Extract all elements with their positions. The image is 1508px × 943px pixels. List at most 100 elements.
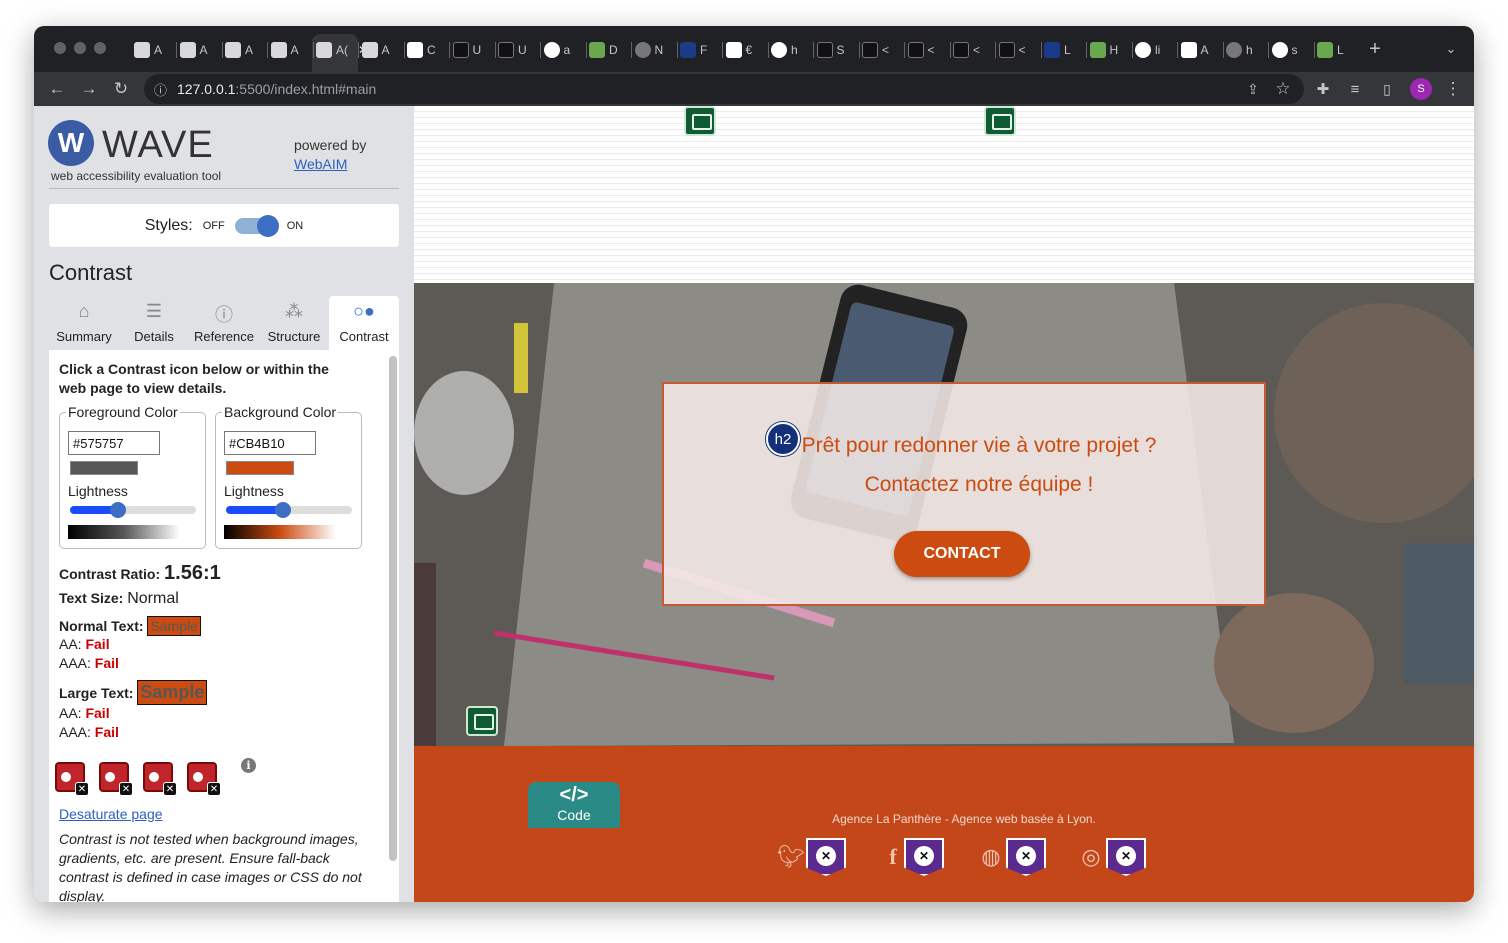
contrast-error-icon[interactable]: ✕ <box>143 762 177 796</box>
dribbble-icon[interactable]: ◍ <box>978 844 1004 870</box>
browser-tab[interactable]: < <box>998 39 1026 61</box>
tab-title: F <box>700 43 708 57</box>
slider-thumb[interactable] <box>274 502 291 518</box>
close-window-button[interactable] <box>54 42 66 54</box>
browser-tab[interactable]: S <box>816 39 845 61</box>
twitter-icon[interactable]: 🐦︎ <box>777 844 805 870</box>
background-hex-input[interactable] <box>224 431 316 455</box>
contrast-error-icon[interactable] <box>1006 838 1046 876</box>
browser-tab[interactable]: U <box>452 39 481 61</box>
instagram-icon[interactable]: ◎ <box>1078 844 1104 870</box>
tab-divider <box>312 42 314 58</box>
browser-tab[interactable]: € <box>725 39 752 61</box>
tab-search-chevron-icon[interactable]: ⌄ <box>1440 38 1462 60</box>
contrast-ratio-value: 1.56:1 <box>164 562 221 584</box>
browser-tab[interactable]: h <box>771 39 798 61</box>
browser-tab[interactable]: h <box>1226 39 1253 61</box>
contrast-error-icon[interactable] <box>904 838 944 876</box>
browser-tab[interactable]: li <box>1135 39 1160 61</box>
browser-tab[interactable]: A(✕ <box>316 39 368 61</box>
styles-toggle[interactable] <box>234 214 279 237</box>
list-icon: ☰ <box>145 301 163 321</box>
browser-tab[interactable]: A <box>134 39 162 61</box>
browser-tab[interactable]: s <box>1271 39 1298 61</box>
toggle-knob[interactable] <box>256 214 279 237</box>
forward-arrow-icon[interactable]: → <box>78 78 100 100</box>
browser-tab[interactable]: A <box>179 39 208 61</box>
styles-on-label: ON <box>286 219 304 232</box>
image-alert-icon[interactable] <box>684 106 716 136</box>
webaim-link[interactable]: WebAIM <box>294 156 347 172</box>
back-arrow-icon[interactable]: ← <box>46 78 68 100</box>
image-alert-icon[interactable] <box>984 106 1016 136</box>
browser-tab[interactable]: < <box>862 39 889 61</box>
browser-tab[interactable]: F <box>680 39 707 61</box>
side-panel-icon[interactable]: ▯ <box>1376 78 1398 100</box>
browser-tab[interactable]: < <box>907 39 935 61</box>
text-size-row: Text Size: Normal <box>59 590 179 607</box>
browser-tab[interactable]: L <box>1044 39 1071 61</box>
contrast-error-icon[interactable]: ✕ <box>55 762 89 796</box>
reading-list-icon[interactable]: ≡ <box>1344 78 1366 100</box>
desaturate-page-link[interactable]: Desaturate page <box>59 806 163 822</box>
tab-details[interactable]: ☰ Details <box>119 296 189 350</box>
tab-favicon-icon <box>998 42 1015 58</box>
browser-tab[interactable]: < <box>953 39 980 61</box>
contrast-error-icon[interactable]: ✕ <box>99 762 133 796</box>
new-tab-button[interactable]: + <box>1364 38 1386 60</box>
browser-tab[interactable]: C <box>407 39 436 61</box>
browser-tab[interactable]: U <box>498 39 527 61</box>
address-bar[interactable]: ⓘ 127.0.0.1:5500/index.html#main <box>144 74 1304 104</box>
browser-tab[interactable]: N <box>634 39 663 61</box>
share-icon[interactable]: ⇪ <box>1242 78 1264 100</box>
tab-title: A( <box>336 43 348 57</box>
tab-summary[interactable]: ⌂ Summary <box>49 296 119 350</box>
tab-title: < <box>1018 43 1026 57</box>
bookmark-star-icon[interactable]: ☆ <box>1272 78 1294 100</box>
tab-structure[interactable]: ⁂ Structure <box>259 296 329 350</box>
contrast-note: Contrast is not tested when background i… <box>59 831 362 902</box>
facebook-icon[interactable]: f <box>880 844 906 870</box>
browser-tab[interactable]: A <box>1180 39 1209 61</box>
image-alert-icon[interactable] <box>466 706 498 736</box>
slider-thumb[interactable] <box>109 502 126 518</box>
tab-divider <box>449 42 450 58</box>
browser-tab[interactable]: L <box>1317 39 1344 61</box>
menu-kebab-icon[interactable]: ⋮ <box>1442 78 1464 100</box>
browser-tab[interactable]: a <box>543 39 570 61</box>
background-lightness-slider[interactable] <box>226 502 352 518</box>
tab-favicon-icon <box>589 42 605 58</box>
browser-tab[interactable]: A <box>225 39 253 61</box>
browser-tab[interactable]: H <box>1089 39 1119 61</box>
foreground-hex-input[interactable] <box>68 431 160 455</box>
background-legend: Background Color <box>222 404 339 420</box>
zoom-window-button[interactable] <box>94 42 106 54</box>
contrast-error-icon[interactable]: ✕ <box>187 762 221 796</box>
tab-divider <box>1086 42 1087 58</box>
tab-divider <box>1177 42 1178 58</box>
contrast-error-icon[interactable] <box>1106 838 1146 876</box>
tab-favicon-icon <box>771 42 787 58</box>
contrast-error-icon[interactable] <box>806 838 846 876</box>
large-text-row: Large Text: Sample <box>59 680 208 705</box>
reload-icon[interactable]: ↻ <box>110 78 132 100</box>
minimize-window-button[interactable] <box>74 42 86 54</box>
foreground-lightness-slider[interactable] <box>70 502 196 518</box>
contact-button[interactable]: CONTACT <box>894 531 1030 577</box>
site-info-icon[interactable]: ⓘ <box>154 80 167 99</box>
browser-tab[interactable]: A <box>361 39 390 61</box>
profile-avatar[interactable]: S <box>1410 78 1432 100</box>
info-icon[interactable]: i <box>241 758 256 773</box>
code-toggle-button[interactable]: </> Code <box>528 782 620 828</box>
wave-logo: W <box>48 120 94 166</box>
normal-aa-result: AA: Fail <box>59 636 110 652</box>
tab-reference[interactable]: ⓘ Reference <box>189 296 259 350</box>
browser-tab[interactable]: A <box>270 39 299 61</box>
tab-title: H <box>1109 43 1119 57</box>
tab-favicon-icon <box>816 42 833 58</box>
extensions-icon[interactable]: ✚ <box>1312 78 1334 100</box>
tab-contrast[interactable]: ○● Contrast <box>329 296 399 350</box>
panel-scrollbar[interactable] <box>389 356 397 861</box>
wave-title: WAVE <box>102 124 214 166</box>
browser-tab[interactable]: D <box>589 39 618 61</box>
